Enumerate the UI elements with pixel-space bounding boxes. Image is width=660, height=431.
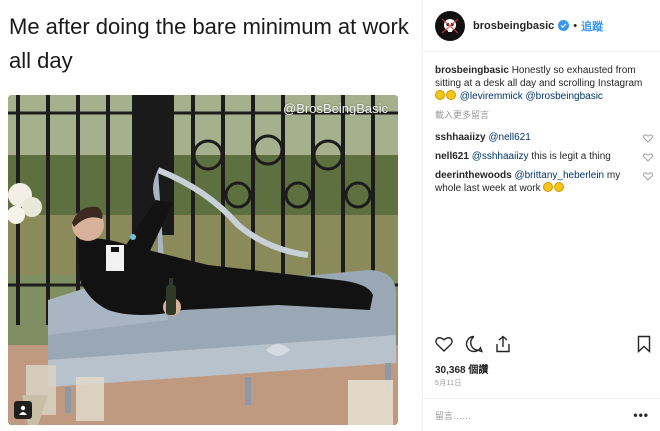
bookmark-icon[interactable] [637, 335, 651, 353]
comment-icon[interactable] [465, 335, 483, 353]
skull-logo-icon [441, 18, 459, 33]
comment-username[interactable]: sshhaaiizy [435, 132, 486, 143]
list-item: deerinthewoods @brittany_heberlein my wh… [435, 169, 653, 195]
avatar[interactable] [435, 10, 465, 41]
meme-caption-text: Me after doing the bare minimum at work … [9, 14, 409, 73]
comment-mention[interactable]: @brittany_heberlein [514, 170, 604, 181]
grinning-emoji-icon [554, 182, 565, 192]
post-caption: brosbeingbasic Honestly so exhausted fro… [435, 64, 653, 103]
comment-text: this is legit a thing [531, 151, 611, 162]
heart-icon[interactable] [435, 336, 453, 352]
caption-mention[interactable]: @leviremmick [460, 91, 523, 102]
post-photo[interactable]: @BrosBeingBasic [8, 95, 398, 425]
comment-text[interactable]: @nell621 [488, 132, 530, 143]
photo-illustration [8, 95, 398, 425]
post-media: Me after doing the bare minimum at work … [0, 0, 422, 431]
post-date[interactable]: 5月11日 [435, 378, 462, 388]
heart-icon[interactable] [643, 152, 653, 162]
comment-username[interactable]: nell621 [435, 151, 469, 162]
grinning-emoji-icon [543, 182, 554, 192]
list-item: nell621 @sshhaaiizy this is legit a thin… [435, 150, 653, 163]
caption-mention[interactable]: @brosbeingbasic [526, 91, 603, 102]
post-panel: brosbeingbasic • 追蹤 brosbeingbasic Hones… [422, 0, 660, 431]
heart-icon[interactable] [643, 171, 653, 181]
post-header: brosbeingbasic • 追蹤 [423, 0, 660, 52]
watermark-text: @BrosBeingBasic [283, 101, 388, 116]
action-bar [435, 334, 651, 354]
tagged-user-icon[interactable] [14, 401, 32, 419]
header-username[interactable]: brosbeingbasic [473, 20, 554, 32]
load-more-comments-link[interactable]: 載入更多留言 [435, 109, 653, 122]
more-options-icon[interactable]: ••• [633, 408, 649, 422]
header-separator: • [573, 19, 578, 32]
comment-username[interactable]: deerinthewoods [435, 170, 512, 181]
caption-username[interactable]: brosbeingbasic [435, 65, 509, 76]
comments-section: brosbeingbasic Honestly so exhausted fro… [435, 64, 653, 201]
grinning-emoji-icon [435, 90, 445, 100]
comment-input[interactable]: 留言…… [435, 409, 471, 422]
share-icon[interactable] [495, 335, 511, 353]
add-comment-bar: 留言…… ••• [423, 398, 660, 431]
likes-count[interactable]: 30,368 個讚 [435, 361, 488, 376]
comment-mention[interactable]: @sshhaaiizy [472, 151, 529, 162]
follow-button[interactable]: 追蹤 [581, 18, 603, 34]
verified-badge-icon [558, 20, 570, 31]
heart-icon[interactable] [643, 133, 653, 143]
grinning-emoji-icon [446, 90, 456, 100]
list-item: sshhaaiizy @nell621 [435, 131, 653, 144]
